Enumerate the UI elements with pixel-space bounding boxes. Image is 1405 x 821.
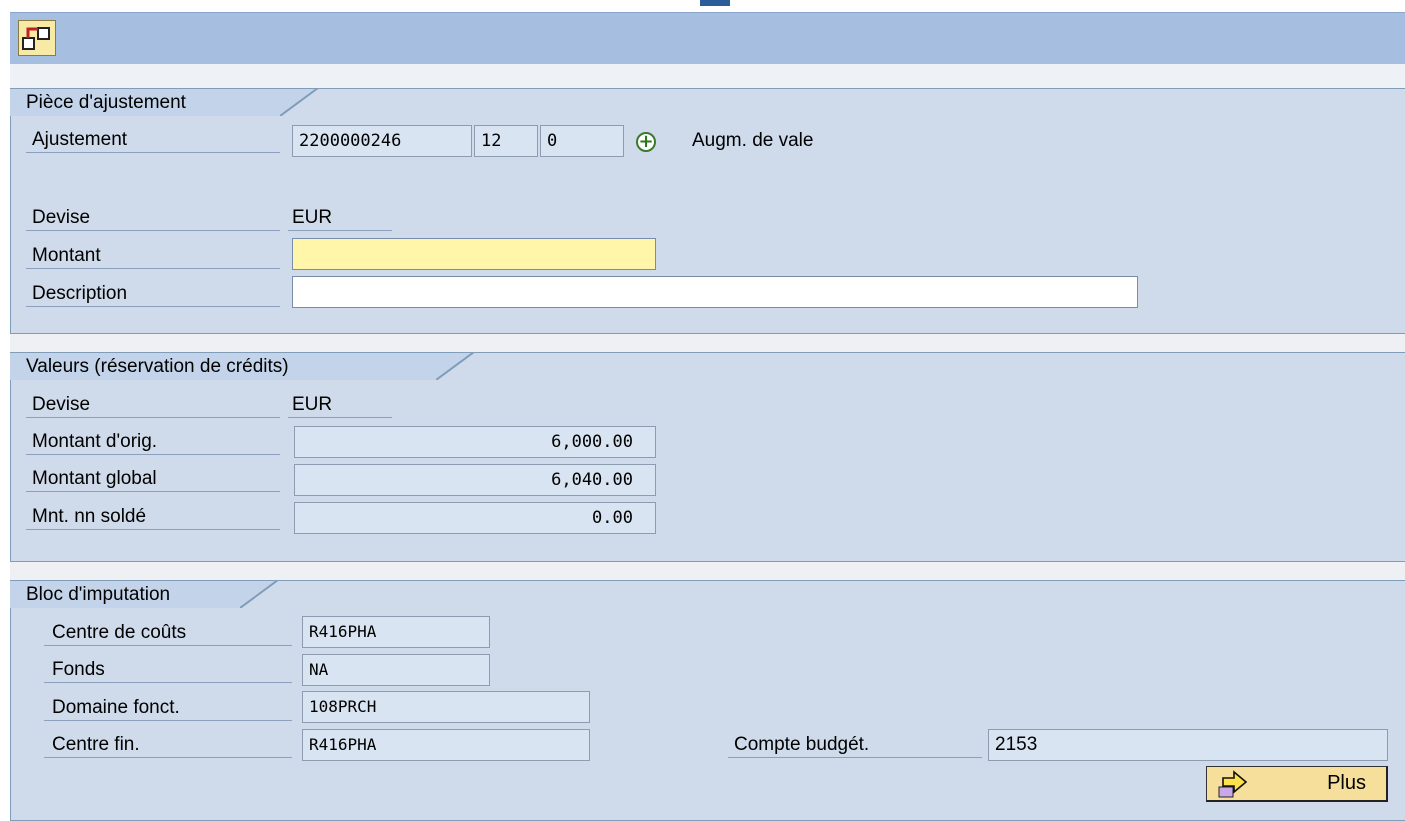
application-toolbar <box>10 12 1405 64</box>
description-label: Description <box>26 281 280 307</box>
centre-fin-field: R416PHA <box>302 729 590 761</box>
valeurs-devise-value: EUR <box>288 392 392 418</box>
montant-global-field: 6,040.00 <box>294 464 656 496</box>
plus-button-label: Plus <box>1327 772 1366 794</box>
title-bar-fragment <box>700 0 730 6</box>
montant-label: Montant <box>26 243 280 269</box>
montant-orig-field: 6,000.00 <box>294 426 656 458</box>
hierarchy-button[interactable] <box>18 20 56 56</box>
plus-button[interactable]: Plus <box>1206 766 1388 802</box>
description-input[interactable] <box>292 276 1138 308</box>
centre-couts-field: R416PHA <box>302 616 490 648</box>
fonds-label: Fonds <box>44 657 292 683</box>
montant-global-label: Montant global <box>26 466 280 492</box>
centre-fin-label: Centre fin. <box>44 732 292 758</box>
ajustement-type-text: Augm. de vale <box>692 130 814 151</box>
fonds-field: NA <box>302 654 490 686</box>
group-valeurs <box>10 352 1405 562</box>
mnt-nn-solde-label: Mnt. nn soldé <box>26 504 280 530</box>
montant-orig-label: Montant d'orig. <box>26 429 280 455</box>
montant-input[interactable] <box>292 238 656 270</box>
arrow-right-icon <box>1218 770 1248 798</box>
ajustement-doc-field[interactable]: 2200000246 <box>292 125 472 157</box>
centre-couts-label: Centre de coûts <box>44 620 292 646</box>
value-increase-icon: + <box>636 132 656 152</box>
hierarchy-icon <box>22 27 50 50</box>
group-separator <box>10 562 1405 580</box>
group-separator <box>10 334 1405 352</box>
mnt-nn-solde-field: 0.00 <box>294 502 656 534</box>
ajustement-pos-field[interactable]: 12 <box>474 125 538 157</box>
domaine-fonct-label: Domaine fonct. <box>44 695 292 721</box>
group-title-bloc: Bloc d'imputation <box>10 580 242 608</box>
group-title-slant <box>240 580 279 608</box>
valeurs-devise-label: Devise <box>26 392 280 418</box>
group-title-slant <box>280 88 319 116</box>
devise-value: EUR <box>288 205 392 231</box>
group-title-slant <box>436 352 475 380</box>
toolbar-spacer <box>10 64 1405 88</box>
ajustement-num-field[interactable]: 0 <box>540 125 624 157</box>
compte-budget-field: 2153 <box>988 729 1388 761</box>
group-title-valeurs: Valeurs (réservation de crédits) <box>10 352 438 380</box>
domaine-fonct-field: 108PRCH <box>302 691 590 723</box>
devise-label: Devise <box>26 205 280 231</box>
compte-budget-label: Compte budgét. <box>728 732 982 758</box>
ajustement-label: Ajustement <box>26 127 280 153</box>
group-title-piece: Pièce d'ajustement <box>10 88 282 116</box>
